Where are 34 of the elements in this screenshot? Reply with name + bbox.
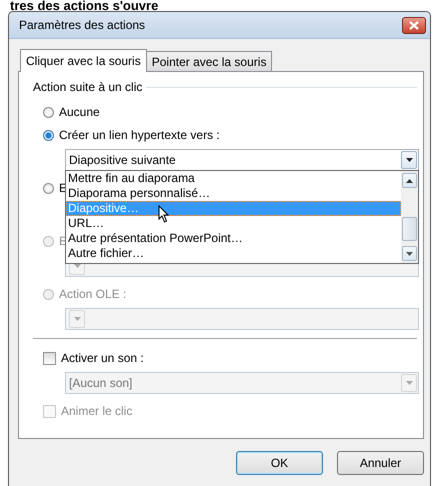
radio-button[interactable] — [43, 182, 54, 194]
caret-icon — [406, 158, 412, 162]
list-item[interactable]: Diaporama personnalisé… — [66, 186, 401, 201]
radio-label: Action OLE : — [59, 287, 126, 301]
up-caret-icon — [406, 178, 413, 182]
radio-button[interactable] — [43, 106, 54, 118]
dialog-button[interactable]: Annuler — [337, 451, 424, 475]
list-item[interactable]: Autre présentation PowerPoint… — [66, 231, 401, 246]
group-label: Action suite à un clic — [33, 80, 142, 94]
scroll-up-button[interactable] — [402, 173, 417, 188]
list-item[interactable]: URL… — [66, 216, 401, 231]
close-button[interactable] — [402, 16, 426, 34]
caret-icon — [406, 381, 412, 385]
close-icon — [409, 20, 419, 30]
list-item[interactable]: Autre fichier… — [66, 246, 401, 261]
mouse-pointer-icon — [158, 205, 170, 223]
radio-button[interactable] — [43, 130, 54, 140]
window-title: Paramètres des actions — [19, 18, 146, 32]
checkbox-label: Activer un son : — [61, 351, 144, 365]
scrollbar[interactable] — [401, 171, 418, 263]
tab[interactable]: Pointer avec la souris — [146, 51, 272, 71]
tab[interactable]: Cliquer avec la souris — [20, 49, 147, 72]
dropdown-field[interactable]: Diapositive suivante — [65, 149, 419, 171]
heading-text: tres des actions s'ouvre — [9, 0, 160, 11]
dialog-button[interactable]: OK — [236, 451, 323, 475]
checkbox-label: Animer le clic — [61, 404, 132, 418]
checkbox[interactable] — [43, 352, 56, 364]
scroll-down-button[interactable] — [402, 246, 417, 261]
scroll-thumb[interactable] — [402, 217, 417, 241]
dropdown-arrow-button[interactable] — [401, 151, 417, 169]
radio-label: Créer un lien hypertexte vers : — [59, 128, 220, 142]
list-item[interactable]: Mettre fin au diaporama — [66, 171, 401, 186]
caret-icon — [74, 317, 80, 321]
radio-label: Aucune — [59, 105, 100, 119]
